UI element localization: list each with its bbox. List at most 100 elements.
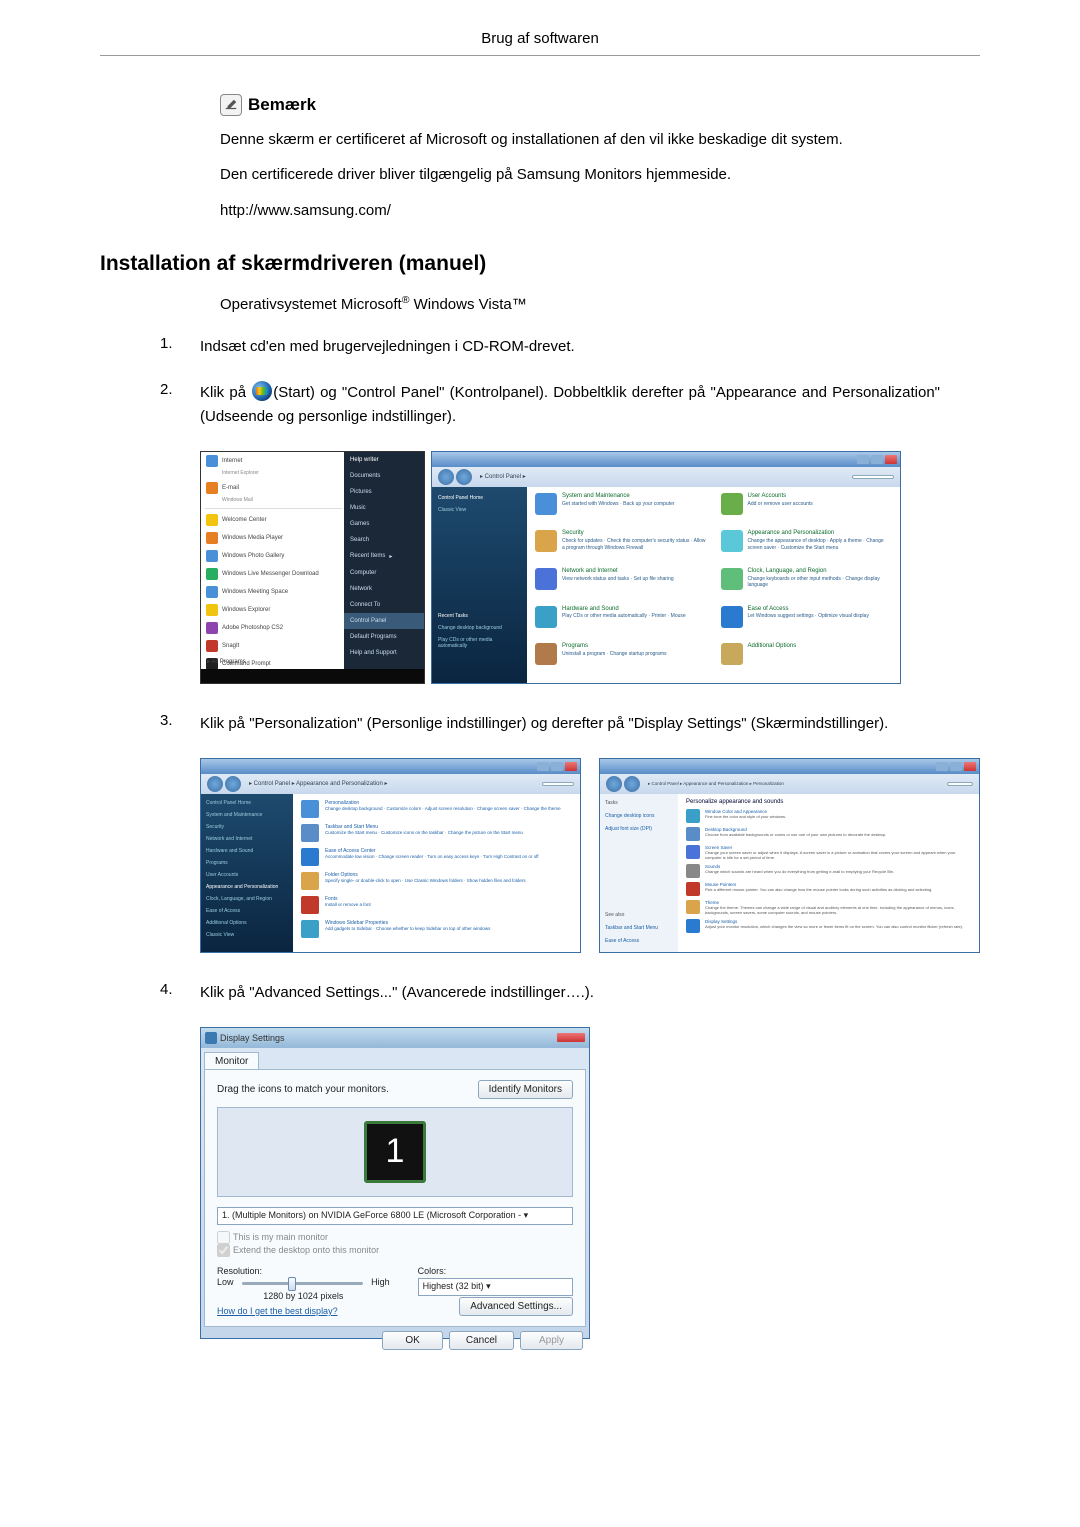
start-menu-item[interactable]: Internet bbox=[201, 452, 346, 470]
appearance-item[interactable]: Taskbar and Start MenuCustomize the Star… bbox=[301, 824, 572, 842]
back-icon[interactable] bbox=[606, 776, 622, 792]
start-menu-item[interactable]: Search bbox=[344, 532, 424, 548]
personalization-item[interactable]: Window Color and AppearanceFine tune the… bbox=[686, 809, 971, 823]
personalization-item[interactable]: ThemeChange the theme. Themes can change… bbox=[686, 900, 971, 915]
sidebar-item[interactable]: Additional Options bbox=[206, 920, 288, 926]
start-menu-item[interactable]: Pictures bbox=[344, 484, 424, 500]
personalization-item[interactable]: SoundsChange which sounds are heard when… bbox=[686, 864, 971, 878]
sidebar-item[interactable]: Classic View bbox=[438, 507, 521, 513]
control-panel-category[interactable]: ProgramsUninstall a program · Change sta… bbox=[535, 643, 707, 677]
control-panel-category[interactable]: Additional Options bbox=[721, 643, 893, 677]
personalization-item[interactable]: Mouse PointersPick a different mouse poi… bbox=[686, 882, 971, 896]
appearance-item[interactable]: Ease of Access CenterAccommodate low vis… bbox=[301, 848, 572, 866]
start-menu-item[interactable]: Default Programs bbox=[344, 629, 424, 645]
search-input[interactable] bbox=[542, 782, 574, 786]
personalization-item[interactable]: Screen SaverChange your screen saver or … bbox=[686, 845, 971, 860]
colors-select[interactable]: Highest (32 bit) ▾ bbox=[418, 1278, 573, 1296]
start-menu-item[interactable]: Help and Support bbox=[344, 645, 424, 661]
close-icon[interactable] bbox=[557, 1033, 585, 1042]
breadcrumb[interactable]: ▸ Control Panel ▸ bbox=[480, 473, 526, 480]
monitor-icon[interactable]: 1 bbox=[364, 1121, 426, 1183]
recent-task[interactable]: Play CDs or other media automatically bbox=[438, 637, 521, 649]
control-panel-category[interactable]: Network and InternetView network status … bbox=[535, 568, 707, 602]
sidebar-item[interactable]: Ease of Access bbox=[206, 908, 288, 914]
breadcrumb[interactable]: ▸ Control Panel ▸ Appearance and Persona… bbox=[249, 780, 387, 787]
breadcrumb[interactable]: ▸ Control Panel ▸ Appearance and Persona… bbox=[648, 781, 784, 787]
start-search[interactable] bbox=[201, 669, 424, 683]
sidebar-item[interactable]: Security bbox=[206, 824, 288, 830]
control-panel-category[interactable]: Clock, Language, and RegionChange keyboa… bbox=[721, 568, 893, 602]
control-panel-category[interactable]: Ease of AccessLet Windows suggest settin… bbox=[721, 606, 893, 640]
cancel-button[interactable]: Cancel bbox=[449, 1331, 514, 1350]
sidebar-item[interactable]: Control Panel Home bbox=[206, 800, 288, 806]
sidebar-item[interactable]: Clock, Language, and Region bbox=[206, 896, 288, 902]
maximize-icon[interactable] bbox=[871, 455, 883, 464]
start-menu-item[interactable]: Windows Meeting Space bbox=[201, 583, 346, 601]
control-panel-category[interactable]: Appearance and PersonalizationChange the… bbox=[721, 530, 893, 564]
maximize-icon[interactable] bbox=[950, 762, 962, 771]
tab-monitor[interactable]: Monitor bbox=[204, 1052, 259, 1070]
apply-button[interactable]: Apply bbox=[520, 1331, 583, 1350]
all-programs[interactable]: ▸ All Programs bbox=[207, 658, 246, 665]
sidebar-item[interactable]: Network and Internet bbox=[206, 836, 288, 842]
sidebar-link[interactable]: Adjust font size (DPI) bbox=[605, 826, 673, 832]
advanced-settings-button[interactable]: Advanced Settings... bbox=[459, 1297, 573, 1316]
start-menu-item[interactable]: Windows Explorer bbox=[201, 601, 346, 619]
search-input[interactable] bbox=[852, 475, 894, 479]
appearance-item[interactable]: Windows Sidebar PropertiesAdd gadgets to… bbox=[301, 920, 572, 938]
appearance-item[interactable]: PersonalizationChange desktop background… bbox=[301, 800, 572, 818]
monitor-preview[interactable]: 1 bbox=[217, 1107, 573, 1197]
sidebar-item[interactable]: Programs bbox=[206, 860, 288, 866]
close-icon[interactable] bbox=[885, 455, 897, 464]
start-menu-item[interactable]: Documents bbox=[344, 468, 424, 484]
control-panel-category[interactable]: Hardware and SoundPlay CDs or other medi… bbox=[535, 606, 707, 640]
start-menu-item[interactable]: Network bbox=[344, 581, 424, 597]
start-menu-item[interactable]: SnagIt bbox=[201, 637, 346, 655]
start-menu-item[interactable]: Connect To bbox=[344, 597, 424, 613]
sidebar-link[interactable]: Change desktop icons bbox=[605, 813, 673, 819]
minimize-icon[interactable] bbox=[936, 762, 948, 771]
sidebar-item[interactable]: Appearance and Personalization bbox=[206, 884, 288, 890]
resolution-slider[interactable] bbox=[242, 1282, 364, 1285]
start-menu-item[interactable]: Music bbox=[344, 500, 424, 516]
start-menu-item[interactable]: Computer bbox=[344, 565, 424, 581]
maximize-icon[interactable] bbox=[551, 762, 563, 771]
control-panel-category[interactable]: System and MaintenanceGet started with W… bbox=[535, 493, 707, 527]
help-link[interactable]: How do I get the best display? bbox=[217, 1306, 338, 1316]
start-menu-control-panel[interactable]: Control Panel bbox=[344, 613, 424, 629]
close-icon[interactable] bbox=[964, 762, 976, 771]
sidebar-link[interactable]: Taskbar and Start Menu bbox=[605, 925, 673, 931]
start-menu-item[interactable]: Windows Photo Gallery bbox=[201, 547, 346, 565]
start-menu-item[interactable]: E-mail bbox=[201, 479, 346, 497]
control-panel-category[interactable]: SecurityCheck for updates · Check this c… bbox=[535, 530, 707, 564]
start-menu-item[interactable]: Windows Media Player bbox=[201, 529, 346, 547]
start-menu-item[interactable]: Welcome Center bbox=[201, 511, 346, 529]
recent-task[interactable]: Change desktop background bbox=[438, 625, 521, 631]
close-icon[interactable] bbox=[565, 762, 577, 771]
forward-icon[interactable] bbox=[456, 469, 472, 485]
forward-icon[interactable] bbox=[624, 776, 640, 792]
monitor-select[interactable]: 1. (Multiple Monitors) on NVIDIA GeForce… bbox=[217, 1207, 573, 1225]
sidebar-item[interactable]: System and Maintenance bbox=[206, 812, 288, 818]
ok-button[interactable]: OK bbox=[382, 1331, 442, 1350]
identify-monitors-button[interactable]: Identify Monitors bbox=[478, 1080, 573, 1099]
start-menu-item[interactable]: Adobe Photoshop CS2 bbox=[201, 619, 346, 637]
search-input[interactable] bbox=[947, 782, 973, 786]
control-panel-category[interactable]: User AccountsAdd or remove user accounts bbox=[721, 493, 893, 527]
start-menu-item[interactable]: Recent Items ▸ bbox=[344, 548, 424, 565]
personalization-item[interactable]: Display SettingsAdjust your monitor reso… bbox=[686, 919, 971, 933]
sidebar-item[interactable]: User Accounts bbox=[206, 872, 288, 878]
minimize-icon[interactable] bbox=[857, 455, 869, 464]
forward-icon[interactable] bbox=[225, 776, 241, 792]
sidebar-item[interactable]: Hardware and Sound bbox=[206, 848, 288, 854]
sidebar-link[interactable]: Ease of Access bbox=[605, 938, 673, 944]
start-menu-item[interactable]: Games bbox=[344, 516, 424, 532]
back-icon[interactable] bbox=[207, 776, 223, 792]
appearance-item[interactable]: FontsInstall or remove a font bbox=[301, 896, 572, 914]
back-icon[interactable] bbox=[438, 469, 454, 485]
minimize-icon[interactable] bbox=[537, 762, 549, 771]
appearance-item[interactable]: Folder OptionsSpecify single- or double-… bbox=[301, 872, 572, 890]
start-menu-item[interactable]: Windows Live Messenger Download bbox=[201, 565, 346, 583]
personalization-item[interactable]: Desktop BackgroundChoose from available … bbox=[686, 827, 971, 841]
sidebar-item[interactable]: Classic View bbox=[206, 932, 288, 938]
